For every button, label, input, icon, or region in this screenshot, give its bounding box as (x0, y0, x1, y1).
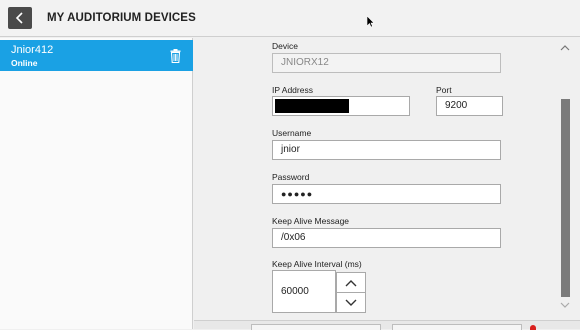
keep-alive-message-field[interactable]: /0x06 (272, 228, 501, 248)
device-label: Device (272, 41, 298, 51)
bottom-button-left[interactable] (251, 324, 381, 330)
scroll-up-icon[interactable] (559, 44, 571, 52)
trash-icon[interactable] (170, 49, 181, 63)
page-title: MY AUDITORIUM DEVICES (47, 12, 196, 24)
scroll-down-icon[interactable] (559, 301, 571, 309)
chevron-up-icon (345, 279, 357, 286)
device-field: JNIORX12 (272, 53, 501, 73)
username-field[interactable]: jnior (272, 140, 501, 160)
mouse-cursor-icon (367, 16, 375, 28)
chevron-left-icon (15, 12, 23, 24)
ip-address-field[interactable] (272, 96, 410, 116)
password-label: Password (272, 172, 310, 182)
header-bar: MY AUDITORIUM DEVICES (0, 0, 580, 37)
ip-address-label: IP Address (272, 85, 313, 95)
redacted-ip-block (275, 99, 349, 113)
red-indicator (530, 325, 536, 330)
port-label: Port (436, 85, 452, 95)
device-list-item[interactable]: Jnior412 Online (0, 40, 193, 71)
keep-alive-interval-field[interactable]: 60000 (272, 270, 336, 313)
device-name: Jnior412 (11, 44, 54, 56)
keep-alive-message-label: Keep Alive Message (272, 216, 350, 226)
username-label: Username (272, 128, 312, 138)
vertical-scrollbar[interactable] (558, 44, 572, 312)
increment-button[interactable] (336, 272, 366, 293)
back-button[interactable] (8, 7, 32, 29)
bottom-action-bar (194, 320, 580, 330)
device-settings-form: Device JNIORX12 IP Address Port 9200 Use… (194, 38, 580, 329)
device-status: Online (11, 58, 38, 68)
keep-alive-interval-label: Keep Alive Interval (ms) (272, 259, 362, 269)
chevron-down-icon (345, 299, 357, 306)
bottom-button-right[interactable] (392, 324, 522, 330)
decrement-button[interactable] (336, 292, 366, 313)
scrollbar-thumb[interactable] (561, 99, 570, 297)
device-list: Jnior412 Online (0, 38, 193, 329)
port-field[interactable]: 9200 (436, 96, 503, 116)
password-field[interactable]: ●●●●● (272, 184, 501, 204)
